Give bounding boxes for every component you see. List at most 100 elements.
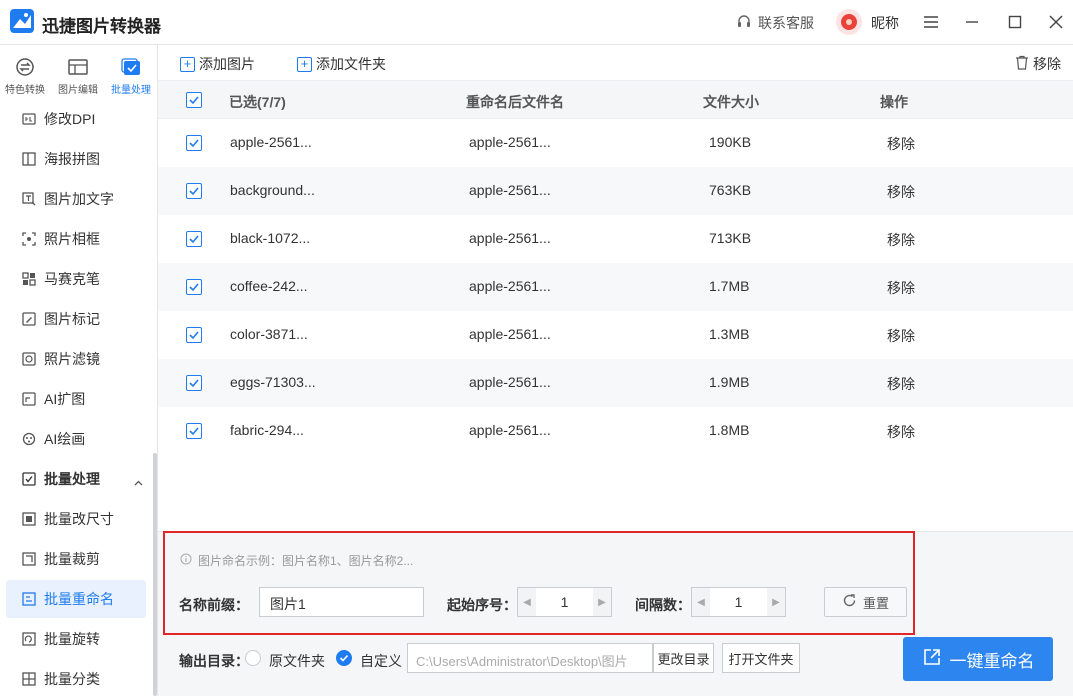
menu-icon[interactable]	[920, 11, 942, 33]
output-path-input[interactable]: C:\Users\Administrator\Desktop\图片	[407, 643, 653, 673]
naming-hint-text: 图片命名示例：图片名称1、图片名称2...	[198, 554, 414, 568]
row-remove-button[interactable]: 移除	[887, 326, 915, 346]
sidebar-item-add-text[interactable]: 图片加文字	[6, 180, 146, 218]
open-folder-button[interactable]: 打开文件夹	[722, 643, 800, 673]
row-remove-button[interactable]: 移除	[887, 422, 915, 442]
step-value[interactable]: 1	[710, 594, 767, 610]
file-name: apple-2561...	[230, 134, 312, 150]
sidebar-item-ai-expand[interactable]: AI扩图	[6, 380, 146, 418]
table-row: coffee-242... apple-2561... 1.7MB 移除	[158, 263, 1073, 311]
close-icon[interactable]	[1045, 11, 1067, 33]
header-action: 操作	[880, 94, 908, 110]
info-icon	[180, 553, 192, 568]
sidebar-item-ai-paint[interactable]: AI绘画	[6, 420, 146, 458]
maximize-icon[interactable]	[1004, 11, 1026, 33]
row-remove-button[interactable]: 移除	[887, 230, 915, 250]
user-nickname[interactable]: 昵称	[871, 13, 899, 33]
add-icon: +	[180, 56, 195, 72]
sidebar-item-rename[interactable]: 批量重命名	[6, 580, 146, 618]
sidebar-item-collage[interactable]: 海报拼图	[6, 140, 146, 178]
tab-batch[interactable]: 批量处理	[106, 45, 156, 103]
custom-folder-label[interactable]: 自定义	[360, 651, 402, 671]
sidebar-tabs: 特色转换 图片编辑 批量处理	[0, 45, 158, 103]
remove-all-button[interactable]: 移除	[1015, 54, 1061, 74]
title-bar: 迅捷图片转换器 联系客服 昵称	[0, 0, 1073, 45]
sidebar-scrollbar[interactable]	[153, 453, 157, 696]
sidebar-item-frame[interactable]: 照片相框	[6, 220, 146, 258]
sidebar-item-label: 批量分类	[44, 671, 100, 687]
sidebar-item-mosaic[interactable]: 马赛克笔	[6, 260, 146, 298]
row-checkbox[interactable]	[186, 279, 202, 295]
sidebar-item-label: 图片加文字	[44, 191, 114, 207]
sidebar: 特色转换 图片编辑 批量处理 修改DPI 海报拼图 图片加文字 照片相框 马赛克…	[0, 45, 158, 696]
sidebar-item-filter[interactable]: 照片滤镜	[6, 340, 146, 378]
app-logo-icon	[10, 9, 34, 33]
sidebar-item-rotate[interactable]: 批量旋转	[6, 620, 146, 658]
frame-icon	[22, 232, 36, 246]
sidebar-item-classify[interactable]: 批量分类	[6, 660, 146, 696]
row-remove-button[interactable]: 移除	[887, 374, 915, 394]
avatar[interactable]	[836, 9, 862, 35]
step-stepper[interactable]: ◀ 1 ▶	[691, 587, 786, 617]
sidebar-item-dpi[interactable]: 修改DPI	[6, 100, 146, 138]
support-link[interactable]: 联系客服	[736, 13, 814, 33]
header-selected: 已选(7/7)	[229, 94, 286, 110]
tab-image-edit[interactable]: 图片编辑	[53, 45, 103, 103]
tab-special-convert[interactable]: 特色转换	[0, 45, 50, 103]
add-image-button[interactable]: + 添加图片	[180, 54, 255, 74]
row-remove-button[interactable]: 移除	[887, 134, 915, 154]
decrement-icon[interactable]: ◀	[518, 588, 536, 616]
prefix-input[interactable]: 图片1	[259, 587, 424, 617]
sidebar-item-label: 修改DPI	[44, 111, 96, 127]
change-dir-button[interactable]: 更改目录	[653, 643, 714, 673]
table-row: eggs-71303... apple-2561... 1.9MB 移除	[158, 359, 1073, 407]
sidebar-item-mark[interactable]: 图片标记	[6, 300, 146, 338]
collage-icon	[22, 152, 36, 166]
sidebar-item-crop[interactable]: 批量裁剪	[6, 540, 146, 578]
add-folder-label: 添加文件夹	[316, 56, 386, 72]
sidebar-item-label: AI绘画	[44, 431, 86, 447]
renamed-file-name: apple-2561...	[469, 326, 551, 342]
original-folder-radio[interactable]	[245, 650, 261, 666]
row-checkbox[interactable]	[186, 135, 202, 151]
custom-folder-radio[interactable]	[336, 650, 352, 666]
decrement-icon[interactable]: ◀	[692, 588, 710, 616]
select-all-checkbox[interactable]	[186, 92, 202, 108]
renamed-file-name: apple-2561...	[469, 230, 551, 246]
row-remove-button[interactable]: 移除	[887, 182, 915, 202]
increment-icon[interactable]: ▶	[767, 588, 785, 616]
start-number-label: 起始序号：	[447, 597, 517, 613]
file-size: 1.9MB	[709, 374, 750, 390]
sidebar-item-label: 批量处理	[44, 471, 100, 487]
sidebar-group-batch[interactable]: 批量处理	[6, 460, 146, 498]
start-number-stepper[interactable]: ◀ 1 ▶	[517, 587, 612, 617]
table-row: color-3871... apple-2561... 1.3MB 移除	[158, 311, 1073, 359]
row-checkbox[interactable]	[186, 375, 202, 391]
minimize-icon[interactable]	[961, 11, 983, 33]
header-renamed: 重命名后文件名	[466, 94, 564, 110]
row-checkbox[interactable]	[186, 183, 202, 199]
sidebar-item-resize[interactable]: 批量改尺寸	[6, 500, 146, 538]
headset-icon	[736, 14, 752, 33]
renamed-file-name: apple-2561...	[469, 422, 551, 438]
reset-label: 重置	[862, 595, 889, 611]
row-checkbox[interactable]	[186, 423, 202, 439]
tab-label: 特色转换	[5, 85, 45, 96]
row-checkbox[interactable]	[186, 231, 202, 247]
rename-all-button[interactable]: 一键重命名	[903, 637, 1053, 681]
reset-button[interactable]: 重置	[824, 587, 907, 617]
convert-icon	[14, 57, 36, 77]
start-number-value[interactable]: 1	[536, 594, 593, 610]
row-remove-button[interactable]: 移除	[887, 278, 915, 298]
file-size: 190KB	[709, 134, 752, 150]
add-folder-icon: +	[297, 56, 312, 72]
filter-icon	[22, 352, 36, 366]
add-folder-button[interactable]: + 添加文件夹	[297, 54, 386, 74]
tab-label: 批量处理	[111, 85, 151, 96]
toolbar: + 添加图片 + 添加文件夹 移除	[158, 45, 1073, 80]
file-name: color-3871...	[230, 326, 308, 342]
row-checkbox[interactable]	[186, 327, 202, 343]
increment-icon[interactable]: ▶	[593, 588, 611, 616]
original-folder-label[interactable]: 原文件夹	[269, 651, 325, 671]
export-icon	[922, 647, 942, 672]
